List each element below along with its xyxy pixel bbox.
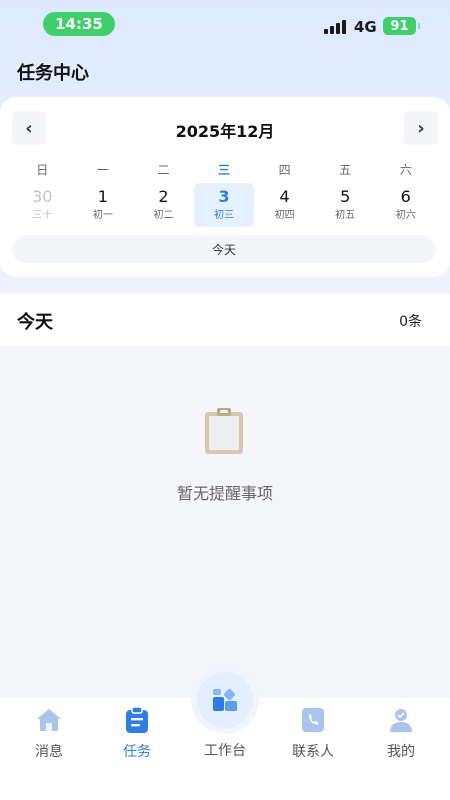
clipboard-icon bbox=[205, 408, 243, 454]
day-number: 4 bbox=[279, 187, 290, 206]
weekday-label: 日 bbox=[36, 163, 49, 177]
calendar-day[interactable]: 5 初五 bbox=[315, 183, 376, 227]
section-header: 今天 0条 bbox=[0, 294, 450, 346]
lunar-date: 初二 bbox=[153, 210, 174, 221]
weekday-label: 一 bbox=[96, 163, 109, 177]
weekday-row: 日 一 二 三 四 五 六 bbox=[12, 161, 436, 179]
battery-level: 91 bbox=[390, 18, 409, 34]
weekday-label: 二 bbox=[157, 163, 170, 177]
status-time: 14:35 bbox=[43, 12, 115, 36]
network-type: 4G bbox=[354, 18, 377, 36]
weekday-label: 四 bbox=[278, 163, 291, 177]
day-number: 30 bbox=[32, 187, 53, 206]
chevron-right-icon: › bbox=[417, 117, 425, 139]
calendar-day[interactable]: 4 初四 bbox=[254, 183, 315, 227]
weekday-label: 六 bbox=[399, 163, 412, 177]
tab-label: 任务 bbox=[123, 744, 151, 760]
tab-profile[interactable]: 我的 bbox=[361, 698, 441, 778]
calendar-day[interactable]: 1 初一 bbox=[73, 183, 134, 227]
calendar-day-selected[interactable]: 3 初三 bbox=[193, 183, 255, 227]
workbench-button[interactable] bbox=[197, 672, 253, 728]
day-number: 6 bbox=[400, 187, 411, 206]
status-bar: 14:35 4G 91 bbox=[0, 0, 450, 50]
signal-icon bbox=[324, 18, 348, 34]
section-title: 今天 bbox=[17, 312, 53, 333]
home-icon bbox=[37, 709, 61, 731]
page-title: 任务中心 bbox=[17, 63, 89, 84]
weekday-label: 五 bbox=[339, 163, 352, 177]
lunar-date: 初四 bbox=[274, 210, 295, 221]
calendar-day[interactable]: 30 三十 bbox=[12, 183, 73, 227]
user-profile-icon bbox=[390, 709, 412, 732]
reminder-list-area bbox=[0, 346, 450, 698]
tab-workbench[interactable]: 工作台 bbox=[185, 720, 265, 780]
contact-phone-icon bbox=[302, 708, 324, 732]
tab-label: 联系人 bbox=[292, 744, 334, 760]
day-number: 1 bbox=[97, 187, 108, 206]
battery-icon: 91 bbox=[383, 17, 420, 35]
today-button[interactable]: 今天 bbox=[12, 235, 436, 263]
tab-tasks[interactable]: 任务 bbox=[97, 698, 177, 778]
lunar-date: 初五 bbox=[335, 210, 356, 221]
tab-messages[interactable]: 消息 bbox=[9, 698, 89, 778]
reminder-count: 0条 bbox=[399, 314, 422, 330]
empty-state-text: 暂无提醒事项 bbox=[176, 484, 273, 503]
calendar-card: ‹ 2025年12月 › 日 一 二 三 四 五 六 30 三十 1 初一 2 … bbox=[0, 97, 450, 277]
lunar-date: 三十 bbox=[32, 210, 53, 221]
day-number: 5 bbox=[340, 187, 351, 206]
lunar-date: 初三 bbox=[214, 210, 235, 221]
tab-label: 消息 bbox=[35, 744, 63, 760]
task-clipboard-icon bbox=[126, 706, 148, 733]
tab-label: 我的 bbox=[387, 744, 415, 760]
tab-label: 工作台 bbox=[204, 743, 246, 759]
weekday-label: 三 bbox=[218, 163, 231, 177]
lunar-date: 初一 bbox=[92, 210, 113, 221]
tab-contacts[interactable]: 联系人 bbox=[273, 698, 353, 778]
calendar-day[interactable]: 6 初六 bbox=[375, 183, 436, 227]
day-number: 3 bbox=[218, 187, 230, 206]
month-label: 2025年12月 bbox=[175, 122, 275, 141]
next-month-button[interactable]: › bbox=[404, 111, 438, 145]
workbench-icon bbox=[213, 688, 237, 711]
calendar-day[interactable]: 2 初二 bbox=[133, 183, 194, 227]
day-number: 2 bbox=[158, 187, 169, 206]
lunar-date: 初六 bbox=[395, 210, 416, 221]
day-row: 30 三十 1 初一 2 初二 3 初三 4 初四 5 初五 6 初六 bbox=[12, 183, 436, 227]
